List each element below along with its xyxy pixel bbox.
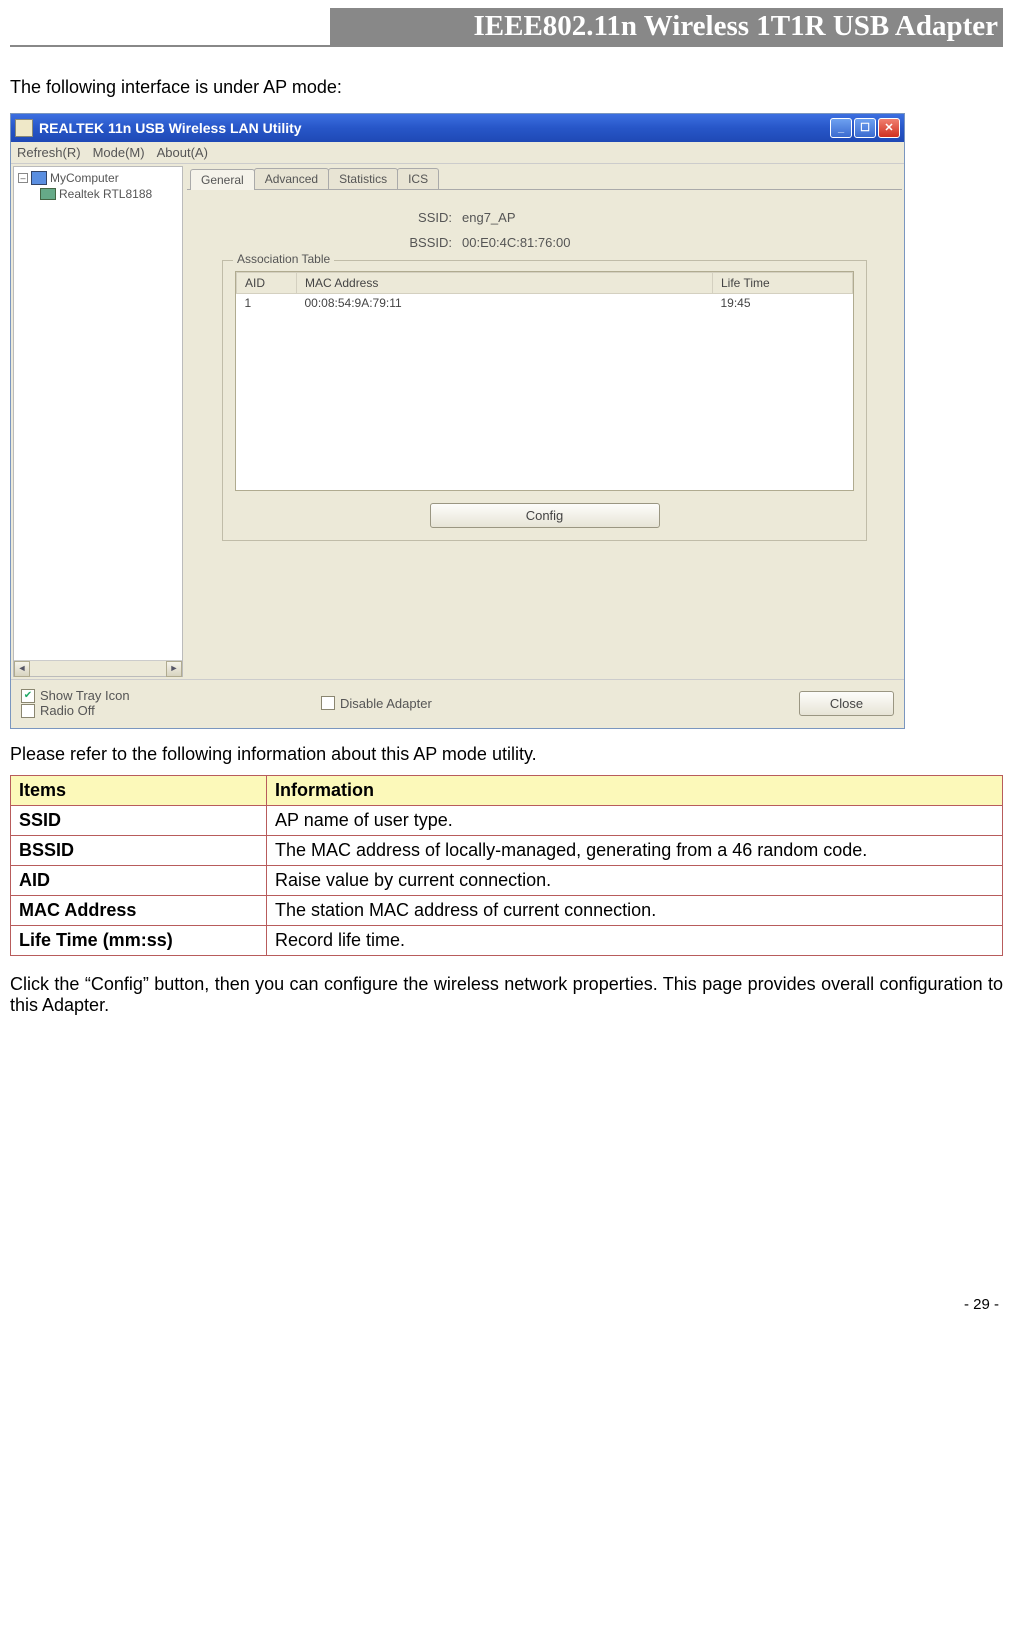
col-aid[interactable]: AID bbox=[237, 273, 297, 294]
info-table: Items Information SSID AP name of user t… bbox=[10, 775, 1003, 956]
cell-aid: 1 bbox=[237, 294, 297, 313]
checkbox-icon bbox=[321, 696, 335, 710]
table-row: SSID AP name of user type. bbox=[11, 806, 1003, 836]
tab-statistics[interactable]: Statistics bbox=[328, 168, 398, 189]
checkbox-icon bbox=[21, 704, 35, 718]
info-desc: The MAC address of locally-managed, gene… bbox=[267, 836, 1003, 866]
table-row[interactable]: 1 00:08:54:9A:79:11 19:45 bbox=[237, 294, 853, 313]
menu-refresh[interactable]: Refresh(R) bbox=[17, 145, 81, 160]
ssid-value: eng7_AP bbox=[462, 210, 516, 225]
col-mac[interactable]: MAC Address bbox=[297, 273, 713, 294]
tree-root[interactable]: – MyComputer bbox=[18, 171, 178, 185]
tab-advanced[interactable]: Advanced bbox=[254, 168, 329, 189]
tree-pane: – MyComputer Realtek RTL8188 ◄ ► bbox=[13, 166, 183, 677]
info-desc: Record life time. bbox=[267, 926, 1003, 956]
association-title: Association Table bbox=[233, 252, 334, 266]
table-row: BSSID The MAC address of locally-managed… bbox=[11, 836, 1003, 866]
association-table: AID MAC Address Life Time 1 00:08:54:9A:… bbox=[235, 271, 854, 491]
table-row: MAC Address The station MAC address of c… bbox=[11, 896, 1003, 926]
info-head-items: Items bbox=[11, 776, 267, 806]
tab-general[interactable]: General bbox=[190, 169, 255, 190]
close-button[interactable]: Close bbox=[799, 691, 894, 716]
scroll-left-icon[interactable]: ◄ bbox=[14, 661, 30, 677]
bssid-label: BSSID: bbox=[212, 235, 452, 250]
tree-child[interactable]: Realtek RTL8188 bbox=[40, 187, 178, 201]
bssid-value: 00:E0:4C:81:76:00 bbox=[462, 235, 570, 250]
window-title: REALTEK 11n USB Wireless LAN Utility bbox=[39, 120, 302, 136]
info-item: BSSID bbox=[11, 836, 267, 866]
adapter-icon bbox=[40, 188, 56, 200]
table-row: Life Time (mm:ss) Record life time. bbox=[11, 926, 1003, 956]
maximize-button[interactable]: ☐ bbox=[854, 118, 876, 138]
header-rule bbox=[10, 45, 1003, 47]
tree-root-label: MyComputer bbox=[50, 171, 119, 185]
cell-mac: 00:08:54:9A:79:11 bbox=[297, 294, 713, 313]
info-desc: AP name of user type. bbox=[267, 806, 1003, 836]
app-icon bbox=[15, 119, 33, 137]
cell-life: 19:45 bbox=[713, 294, 853, 313]
config-button[interactable]: Config bbox=[430, 503, 660, 528]
tree-child-label: Realtek RTL8188 bbox=[59, 187, 152, 201]
tree-scrollbar: ◄ ► bbox=[14, 660, 182, 676]
radio-off-label: Radio Off bbox=[40, 703, 95, 718]
disable-adapter-checkbox[interactable]: Disable Adapter bbox=[321, 696, 789, 711]
table-row: AID Raise value by current connection. bbox=[11, 866, 1003, 896]
closing-text: Click the “Config” button, then you can … bbox=[10, 974, 1003, 1016]
info-desc: Raise value by current connection. bbox=[267, 866, 1003, 896]
col-life[interactable]: Life Time bbox=[713, 273, 853, 294]
window-titlebar: REALTEK 11n USB Wireless LAN Utility _ ☐… bbox=[11, 114, 904, 142]
minimize-button[interactable]: _ bbox=[830, 118, 852, 138]
scroll-right-icon[interactable]: ► bbox=[166, 661, 182, 677]
tab-bar: General Advanced Statistics ICS bbox=[187, 168, 902, 190]
computer-icon bbox=[31, 171, 47, 185]
menu-mode[interactable]: Mode(M) bbox=[93, 145, 145, 160]
association-groupbox: Association Table AID MAC Address Life T… bbox=[222, 260, 867, 541]
info-desc: The station MAC address of current conne… bbox=[267, 896, 1003, 926]
screenshot-window: REALTEK 11n USB Wireless LAN Utility _ ☐… bbox=[10, 113, 905, 729]
info-item: Life Time (mm:ss) bbox=[11, 926, 267, 956]
disable-adapter-label: Disable Adapter bbox=[340, 696, 432, 711]
menubar: Refresh(R) Mode(M) About(A) bbox=[11, 142, 904, 164]
tree-collapse-icon[interactable]: – bbox=[18, 173, 28, 183]
tab-ics[interactable]: ICS bbox=[397, 168, 439, 189]
info-item: SSID bbox=[11, 806, 267, 836]
info-head-information: Information bbox=[267, 776, 1003, 806]
show-tray-checkbox[interactable]: ✔ Show Tray Icon bbox=[21, 688, 311, 703]
radio-off-checkbox[interactable]: Radio Off bbox=[21, 703, 311, 718]
info-item: MAC Address bbox=[11, 896, 267, 926]
page-header-banner: IEEE802.11n Wireless 1T1R USB Adapter bbox=[330, 8, 1003, 45]
show-tray-label: Show Tray Icon bbox=[40, 688, 130, 703]
bottom-bar: ✔ Show Tray Icon Radio Off Disable Adapt… bbox=[11, 679, 904, 728]
checkbox-checked-icon: ✔ bbox=[21, 689, 35, 703]
ssid-label: SSID: bbox=[212, 210, 452, 225]
info-item: AID bbox=[11, 866, 267, 896]
page-number: - 29 - bbox=[10, 1296, 1003, 1313]
intro-text: The following interface is under AP mode… bbox=[10, 77, 1003, 98]
info-intro: Please refer to the following informatio… bbox=[10, 744, 1003, 765]
main-pane: General Advanced Statistics ICS SSID: en… bbox=[187, 166, 902, 677]
menu-about[interactable]: About(A) bbox=[157, 145, 208, 160]
close-window-button[interactable]: ✕ bbox=[878, 118, 900, 138]
